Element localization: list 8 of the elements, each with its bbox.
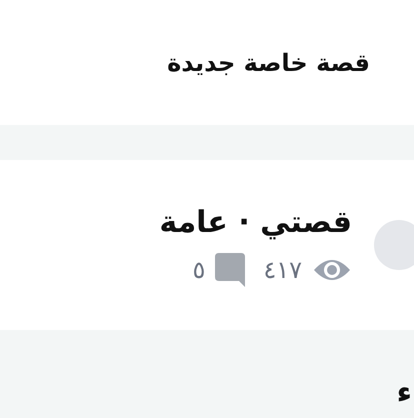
- avatar: [374, 220, 414, 270]
- comment-count: ٥: [192, 255, 206, 286]
- story-title: قصتي · عامة: [159, 204, 352, 242]
- comment-icon: [215, 253, 246, 287]
- story-card[interactable]: قصتي · عامة ٤١٧ ٥: [0, 160, 414, 330]
- section-heading: ء: [396, 374, 412, 412]
- header-title[interactable]: قصة خاصة جديدة: [167, 44, 370, 80]
- view-count: ٤١٧: [263, 255, 302, 286]
